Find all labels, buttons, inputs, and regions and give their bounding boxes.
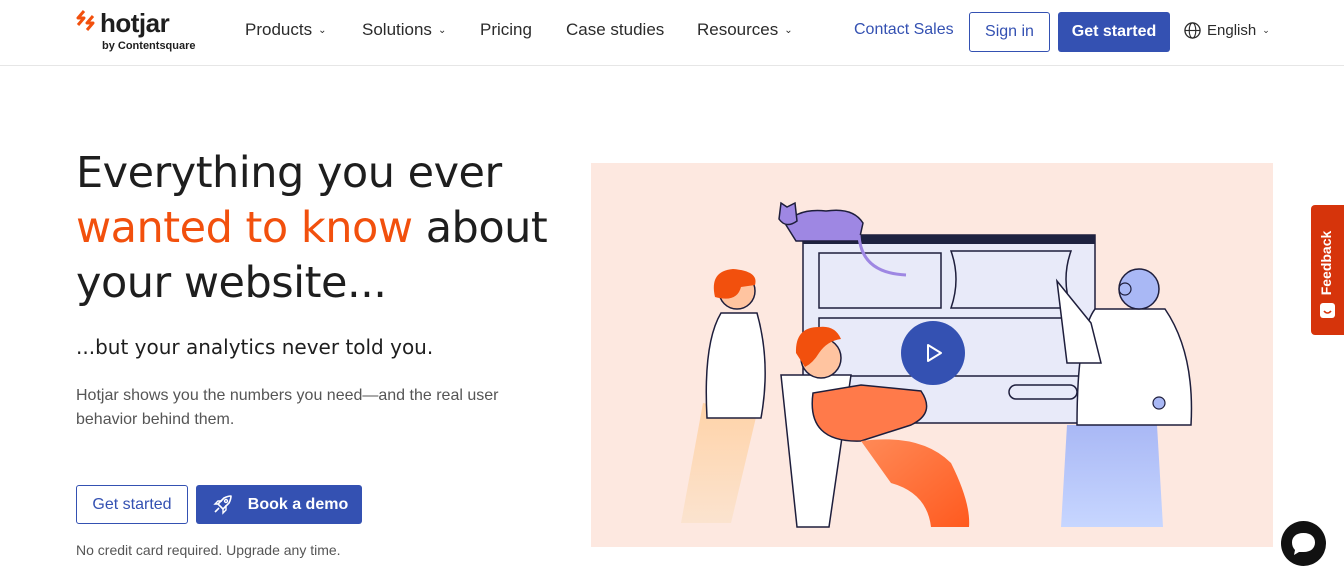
feedback-label: Feedback <box>1318 230 1334 296</box>
hero-body: Hotjar shows you the numbers you need—an… <box>76 387 499 428</box>
sign-in-button[interactable]: Sign in <box>969 12 1050 52</box>
play-icon <box>927 344 942 362</box>
hero-subheadline: ...but your analytics never told you. <box>76 335 434 359</box>
headline-highlight: wanted to know <box>76 203 413 253</box>
chat-launcher-button[interactable] <box>1281 521 1326 566</box>
nav-products[interactable]: Products ⌄ <box>245 20 326 40</box>
chevron-down-icon: ⌄ <box>318 25 327 36</box>
nav-pricing[interactable]: Pricing <box>480 20 532 40</box>
chevron-down-icon: ⌄ <box>784 25 793 36</box>
nav-label: Case studies <box>566 20 665 39</box>
nav-case-studies[interactable]: Case studies <box>566 20 664 40</box>
language-selector[interactable]: English ⌄ <box>1184 22 1270 39</box>
contact-sales-link[interactable]: Contact Sales <box>854 21 954 39</box>
chat-bubble-icon <box>1292 533 1315 555</box>
language-label: English <box>1207 22 1257 39</box>
hero-get-started-button[interactable]: Get started <box>76 485 188 524</box>
book-demo-button[interactable]: Book a demo <box>196 485 362 524</box>
hotjar-logo[interactable]: hotjar by Contentsquare <box>76 8 216 56</box>
top-navigation: hotjar by Contentsquare Products ⌄ Soluti… <box>0 0 1344 66</box>
hero-fine-print: No credit card required. Upgrade any tim… <box>76 542 341 558</box>
nav-label: Resources <box>697 20 779 39</box>
chevron-down-icon: ⌄ <box>1262 25 1270 35</box>
headline-line-1: Everything you ever <box>76 148 502 198</box>
book-demo-label: Book a demo <box>247 495 349 513</box>
feedback-tab[interactable]: Feedback <box>1311 205 1344 335</box>
nav-label: Products <box>245 20 313 39</box>
chevron-down-icon: ⌄ <box>437 25 447 36</box>
logo-wordmark: hotjar <box>100 8 170 38</box>
globe-icon <box>1184 22 1201 39</box>
hero-illustration <box>591 163 1273 547</box>
nav-solutions[interactable]: Solutions ⌄ <box>362 20 446 40</box>
hero-headline: Everything you ever wanted to know about… <box>76 146 576 311</box>
play-video-button[interactable] <box>901 321 965 385</box>
hotjar-mark-icon <box>76 10 95 31</box>
nav-label: Solutions <box>362 20 432 39</box>
nav-label: Pricing <box>480 20 532 39</box>
rocket-icon <box>213 494 232 515</box>
feedback-smile-icon <box>1320 303 1335 318</box>
logo-tagline: by Contentsquare <box>102 40 196 52</box>
nav-resources[interactable]: Resources ⌄ <box>697 20 793 40</box>
get-started-button[interactable]: Get started <box>1058 12 1170 52</box>
